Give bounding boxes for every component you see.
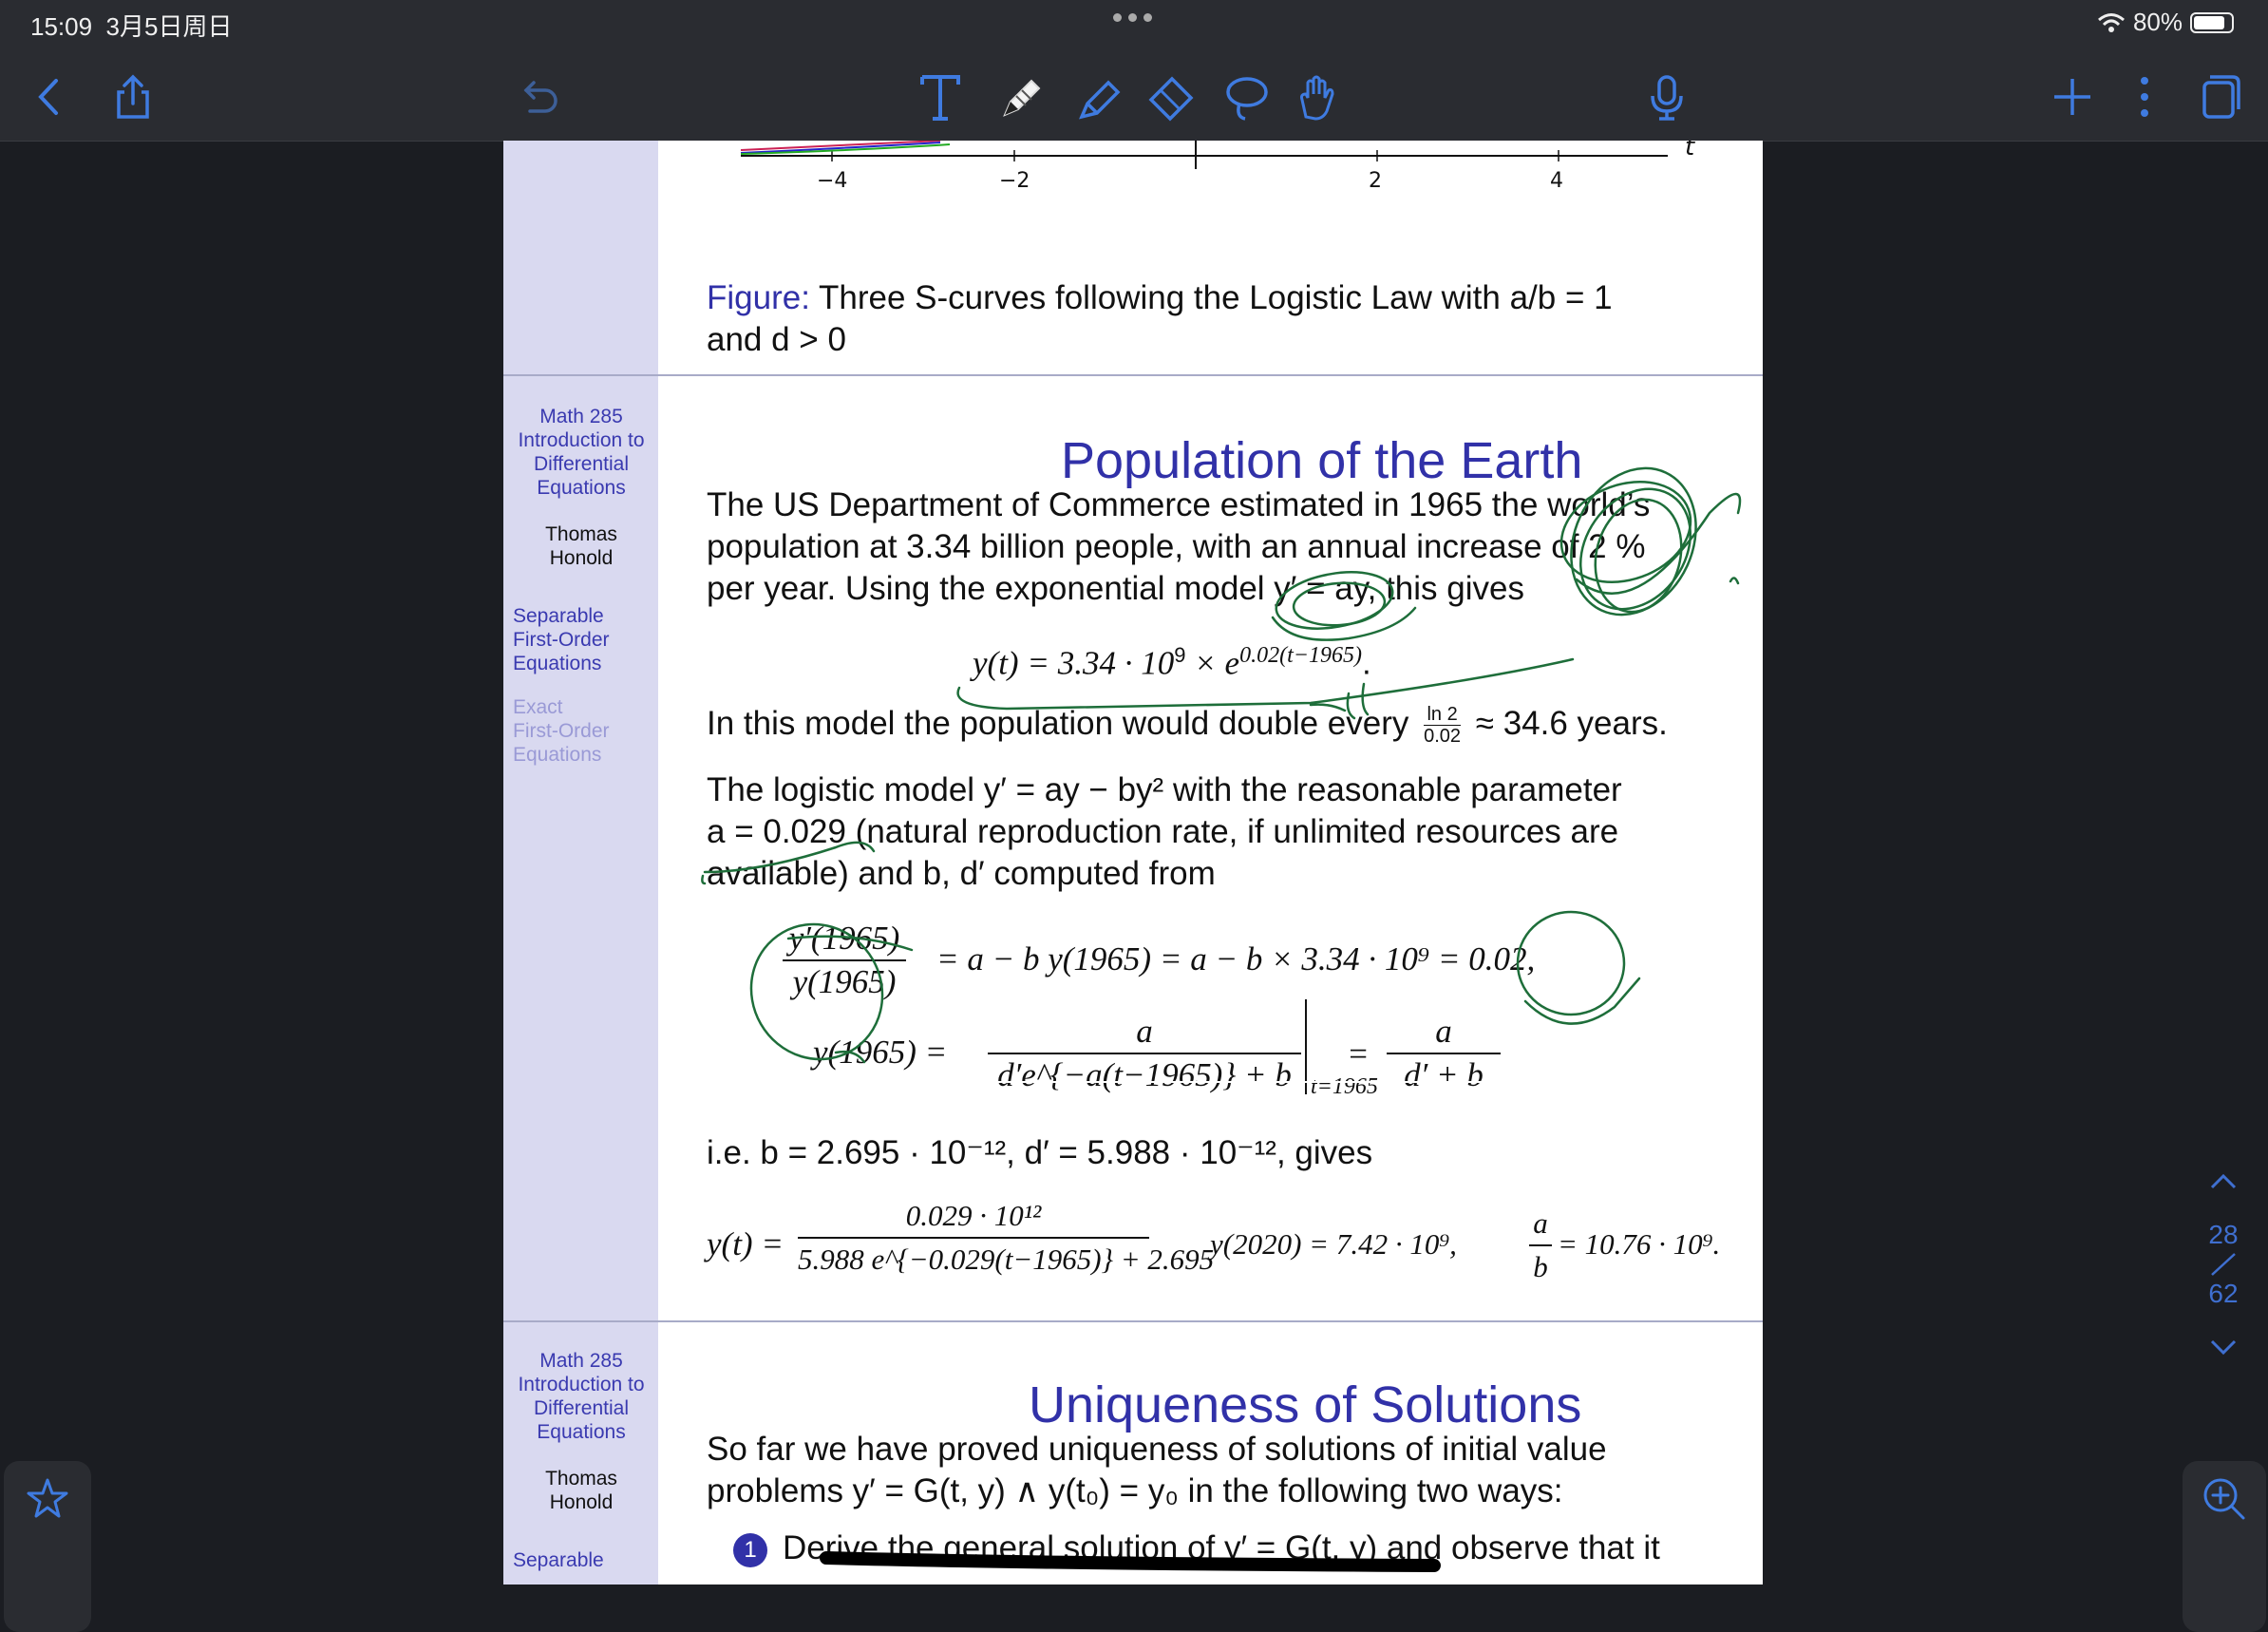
chevron-down-icon[interactable]: [2204, 1336, 2242, 1360]
equation-ratio: = a − b y(1965) = a − b × 3.34 · 10⁹ = 0…: [936, 940, 1536, 977]
caption-line-1: Three S-curves following the Logistic La…: [819, 279, 1613, 316]
tick-label: −2: [999, 169, 1030, 193]
page-separator: [2211, 1253, 2236, 1276]
equation-exponential: y(t) = 3.34 · 109 × e0.02(t−1965).: [973, 643, 1371, 682]
hand-tool-icon[interactable]: [1290, 68, 1347, 125]
doubling-sentence: In this model the population would doubl…: [707, 704, 1668, 748]
date: 3月5日周日: [105, 12, 233, 41]
microphone-icon[interactable]: [1638, 68, 1695, 125]
battery-percent: 80%: [2132, 8, 2183, 36]
document-page[interactable]: −4 −2 2 4 t Figure: Three S-curves follo…: [503, 141, 1763, 1585]
slide-sidebar: Math 285 Introduction to Differential Equat…: [503, 376, 658, 1081]
multitasking-dots[interactable]: [1113, 13, 1152, 22]
chevron-up-icon[interactable]: [2204, 1168, 2242, 1193]
star-icon[interactable]: [23, 1474, 72, 1524]
figure-label: Figure:: [707, 279, 810, 316]
more-icon[interactable]: [2116, 68, 2173, 125]
sidebar-course[interactable]: Math 285 Introduction to Differential Equat…: [509, 1349, 653, 1444]
tick-label: 2: [1369, 169, 1382, 193]
zoom-in-icon[interactable]: [2200, 1474, 2249, 1524]
sidebar-section-separable[interactable]: Separable First-Order Equations: [513, 604, 657, 675]
pages-icon[interactable]: [2190, 68, 2247, 125]
paragraph-line: The US Department of Commerce estimated …: [707, 486, 1651, 523]
add-icon[interactable]: [2044, 68, 2101, 125]
eraser-tool-icon[interactable]: [1143, 68, 1200, 125]
battery-icon: [2190, 11, 2234, 33]
divider-cover: [503, 1081, 1763, 1083]
clock: 15:09: [30, 12, 93, 41]
paragraph-line: The logistic model y′ = ay − by² with th…: [707, 771, 1622, 808]
page-navigator[interactable]: 28 62: [2181, 1168, 2266, 1360]
plot-axis: [740, 141, 1668, 169]
equals-sign: =: [1347, 1035, 1370, 1072]
sidebar-author: Thomas Honold: [545, 523, 617, 569]
favorite-button[interactable]: [4, 1461, 91, 1632]
sidebar-section-separable[interactable]: Separable: [513, 1548, 657, 1572]
text-tool-icon[interactable]: [912, 68, 969, 125]
zoom-button[interactable]: [2183, 1461, 2266, 1632]
paragraph-line: a = 0.029 (natural reproduction rate, if…: [707, 813, 1619, 850]
highlighter-tool-icon[interactable]: [1071, 68, 1128, 125]
sidebar-author: Thomas Honold: [545, 1468, 617, 1513]
paragraph-line: available) and b, d′ computed from: [707, 855, 1216, 892]
equation-logistic-frac2: a d′ + b: [1387, 1011, 1501, 1096]
page-total: 62: [2208, 1279, 2239, 1308]
top-toolbar: 15:09 3月5日周日 80%: [0, 0, 2268, 142]
wifi-icon: [2097, 12, 2125, 32]
paragraph-line: population at 3.34 billion people, with …: [707, 528, 1646, 565]
equation-ratio-fraction: y′(1965) y(1965): [783, 918, 906, 1003]
lasso-tool-icon[interactable]: [1218, 68, 1275, 125]
fraction: ln 2 0.02: [1424, 704, 1462, 748]
tick-label: −4: [817, 169, 848, 193]
slide-title: Uniqueness of Solutions: [1029, 1376, 1582, 1433]
slide-uniqueness: Math 285 Introduction to Differential Equat…: [503, 1322, 1763, 1585]
enum-item: Derive the general solution of y′ = G(t,…: [783, 1529, 1660, 1566]
slide-title: Population of the Earth: [1061, 432, 1583, 489]
paragraph-line: So far we have proved uniqueness of solu…: [707, 1431, 1607, 1468]
back-icon[interactable]: [21, 68, 78, 125]
axis-variable: t: [1685, 141, 1695, 161]
sidebar-course[interactable]: Math 285 Introduction to Differential Equat…: [509, 405, 653, 500]
status-right: 80%: [2097, 8, 2234, 37]
tick-label: 4: [1550, 169, 1563, 193]
slide-sidebar: Math 285 Introduction to Differential Equat…: [503, 1322, 658, 1585]
slide-population: Math 285 Introduction to Differential Equat…: [503, 376, 1763, 1099]
enum-bullet: 1: [733, 1533, 767, 1567]
equation-logistic-lhs: y(1965) =: [813, 1034, 948, 1071]
paragraph-line: problems y′ = G(t, y) ∧ y(t₀) = y₀ in th…: [707, 1472, 1563, 1509]
page-current: 28: [2208, 1220, 2239, 1249]
paragraph-line: per year. Using the exponential model y′…: [707, 570, 1524, 607]
share-icon[interactable]: [104, 68, 161, 125]
undo-icon[interactable]: [508, 68, 565, 125]
eval-bar: [1305, 999, 1307, 1094]
caption-line-2: and d > 0: [707, 321, 846, 358]
status-time: 15:09 3月5日周日: [30, 8, 232, 43]
sidebar-section-exact[interactable]: Exact First-Order Equations: [513, 695, 657, 767]
figure-caption: Figure: Three S-curves following the Log…: [707, 277, 1613, 319]
pen-tool-icon[interactable]: [992, 68, 1049, 125]
slide-figure: −4 −2 2 4 t Figure: Three S-curves follo…: [503, 141, 1763, 374]
equation-logistic-frac: a d′e^{−a(t−1965)} + b: [988, 1011, 1301, 1096]
divider-cover-sidebar: [503, 1081, 658, 1083]
